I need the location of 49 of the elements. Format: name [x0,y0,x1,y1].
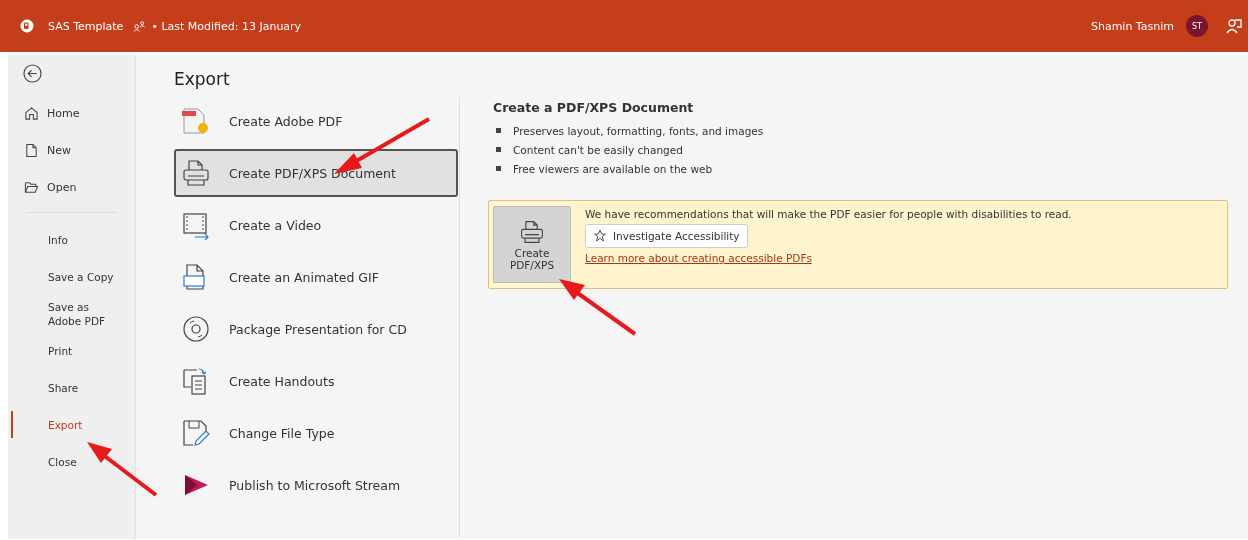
home-icon [24,106,39,121]
export-option[interactable]: Change File Type [174,409,458,457]
bullet-text: Free viewers are available on the web [513,162,713,175]
accessible-pdf-link[interactable]: Learn more about creating accessible PDFs [585,252,812,264]
bullet-icon [496,166,501,171]
disc-icon [181,314,211,344]
user-avatar[interactable]: ST [1186,15,1208,37]
folder-icon [24,180,39,195]
person-board-icon[interactable] [1226,18,1242,34]
nav-item[interactable]: Info [8,221,135,258]
annotation-arrow [86,441,158,497]
section-title: Create a PDF/XPS Document [493,100,695,115]
document-title: SAS Template [48,19,124,33]
bullet-icon [496,147,501,152]
people-icon[interactable] [133,20,147,32]
export-option[interactable]: Package Presentation for CD [174,305,458,353]
video-icon [181,210,211,240]
nav-item[interactable]: Export [8,406,135,443]
nav-item[interactable]: Share [8,369,135,406]
printer-icon [519,218,545,245]
recommendation-text: We have recommendations that will make the PDF easier for people with disabilities to read. [585,208,1072,220]
export-option[interactable]: Create Handouts [174,357,458,405]
save-edit-icon [181,418,211,448]
nav-item[interactable]: Print [8,332,135,369]
last-modified: • Last Modified: 13 January [151,19,302,33]
create-pdf-button[interactable]: Create PDF/XPS [493,206,571,283]
export-option[interactable]: Create PDF/XPS Document [174,149,458,197]
nav-item[interactable]: New [8,132,135,169]
pdf-file-icon [181,106,211,136]
export-option[interactable]: Create an Animated GIF [174,253,458,301]
page-title: Export [174,69,231,89]
user-name[interactable]: Shamin Tasnim [1090,19,1174,33]
nav-item[interactable]: Open [8,169,135,206]
star-icon [593,229,607,243]
nav-item[interactable]: Save as Adobe PDF [8,295,135,332]
back-icon[interactable] [23,64,42,83]
bullet-text: Content can't be easily changed [513,143,683,156]
nav-item[interactable]: Close [8,443,135,480]
bullet-text: Preserves layout, formatting, fonts, and images [513,124,764,137]
export-option[interactable]: Create a Video [174,201,458,249]
export-option[interactable]: Publish to Microsoft Stream [174,461,458,509]
app-icon[interactable] [20,19,34,33]
nav-item[interactable]: Save a Copy [8,258,135,295]
bullet-icon [496,128,501,133]
document-icon [24,143,39,158]
printer-icon [181,158,211,188]
export-option[interactable]: Create Adobe PDF [174,97,458,145]
investigate-accessibility-button[interactable]: Investigate Accessibility [585,224,748,248]
nav-item[interactable]: Home [8,95,135,132]
